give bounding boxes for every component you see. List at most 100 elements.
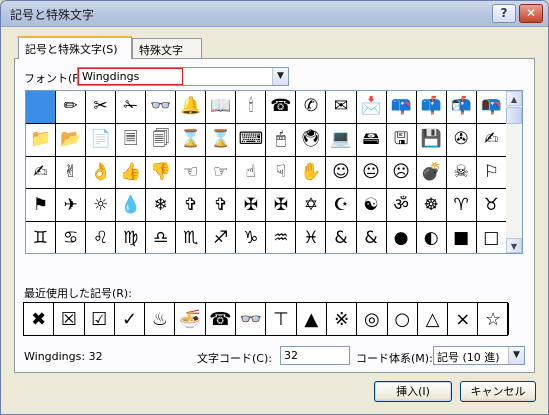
- help-button[interactable]: ?: [492, 4, 516, 23]
- symbol-cell[interactable]: ✍: [476, 123, 507, 157]
- symbol-cell[interactable]: ♌: [86, 222, 117, 253]
- symbol-cell[interactable]: ✋: [296, 156, 327, 190]
- recent-symbol-cell[interactable]: ♨: [145, 303, 176, 335]
- recent-symbol-cell[interactable]: △: [418, 303, 449, 335]
- recent-symbol-cell[interactable]: ✖: [24, 303, 55, 335]
- symbol-cell[interactable]: ☹: [386, 156, 417, 190]
- symbol-cell[interactable]: 👍: [116, 156, 147, 190]
- symbol-cell[interactable]: 🖲: [296, 123, 327, 157]
- tab-symbols[interactable]: 記号と特殊文字(S): [18, 36, 132, 59]
- symbol-cell[interactable]: ♓: [296, 222, 327, 253]
- symbol-cell[interactable]: 👓: [146, 91, 177, 124]
- symbol-cell[interactable]: ⌨: [236, 123, 267, 157]
- font-select[interactable]: Wingdings ▼: [77, 67, 289, 86]
- symbol-cell[interactable]: ✆: [296, 91, 327, 124]
- symbol-cell[interactable]: ⌛: [176, 123, 207, 157]
- symbol-cell[interactable]: 😐: [356, 156, 387, 190]
- recent-symbol-cell[interactable]: ×: [448, 303, 479, 335]
- symbol-cell[interactable]: 🗏: [116, 123, 147, 157]
- close-button[interactable]: ✕: [519, 4, 543, 23]
- symbol-cell[interactable]: 📄: [86, 123, 117, 157]
- symbol-cell[interactable]: ♐: [206, 222, 237, 253]
- symbol-cell[interactable]: ☪: [326, 189, 357, 223]
- vertical-scrollbar[interactable]: ▲ ▼: [506, 91, 522, 253]
- recent-symbol-cell[interactable]: ☎: [206, 303, 237, 335]
- recent-symbol-cell[interactable]: ☑: [85, 303, 115, 335]
- symbol-cell[interactable]: ✡: [296, 189, 327, 223]
- chevron-down-icon[interactable]: ▼: [508, 347, 524, 364]
- symbol-cell[interactable]: ♋: [56, 222, 87, 253]
- symbol-cell[interactable]: ♉: [476, 189, 507, 223]
- recent-symbol-cell[interactable]: ▲: [297, 303, 327, 335]
- symbol-cell[interactable]: 📂: [56, 123, 87, 157]
- symbol-cell[interactable]: ✇: [446, 123, 477, 157]
- symbol-cell[interactable]: ☺: [326, 156, 357, 190]
- symbol-cell[interactable]: 💻: [326, 123, 357, 157]
- symbol-cell[interactable]: ♊: [26, 222, 57, 253]
- symbol-cell[interactable]: ☝: [236, 156, 267, 190]
- tab-special-characters[interactable]: 特殊文字(P): [132, 38, 202, 71]
- symbol-cell[interactable]: ॐ: [386, 189, 417, 223]
- symbol-cell[interactable]: ✍: [26, 156, 57, 190]
- symbol-cell[interactable]: ✠: [236, 189, 267, 223]
- symbol-cell[interactable]: ✞: [176, 189, 207, 223]
- recent-symbol-cell[interactable]: ⊤: [266, 303, 297, 335]
- symbol-cell[interactable]: ☞: [206, 156, 237, 190]
- symbol-cell[interactable]: ✌: [56, 156, 87, 190]
- symbol-cell[interactable]: ⚑: [26, 189, 57, 223]
- symbol-cell[interactable]: 📁: [26, 123, 57, 157]
- insert-button[interactable]: 挿入(I): [374, 381, 452, 402]
- recent-symbol-cell[interactable]: ○: [388, 303, 418, 335]
- symbol-cell[interactable]: 💧: [116, 189, 147, 223]
- recent-symbol-cell[interactable]: ◎: [357, 303, 388, 335]
- symbol-cell[interactable]: 🖴: [356, 123, 387, 157]
- symbol-cell[interactable]: 👎: [146, 156, 177, 190]
- symbol-cell[interactable]: ☯: [356, 189, 387, 223]
- recent-symbol-cell[interactable]: 🍜: [175, 303, 206, 335]
- symbol-cell[interactable]: 🔔: [176, 91, 207, 124]
- symbol-cell[interactable]: □: [477, 222, 507, 253]
- symbol-cell[interactable]: 📭: [476, 91, 507, 124]
- symbol-cell[interactable]: ❄: [146, 189, 177, 223]
- symbol-cell[interactable]: ♒: [266, 222, 297, 253]
- symbol-cell[interactable]: 📖: [206, 91, 237, 124]
- symbol-cell[interactable]: 💣: [416, 156, 447, 190]
- symbol-cell[interactable]: ■: [447, 222, 477, 253]
- symbol-cell[interactable]: 🕯: [236, 91, 267, 124]
- symbol-cell[interactable]: ♎: [146, 222, 177, 253]
- scroll-down-icon[interactable]: ▼: [506, 238, 522, 253]
- recent-symbol-cell[interactable]: ☒: [54, 303, 85, 335]
- symbol-cell[interactable]: ☸: [416, 189, 447, 223]
- symbol-cell[interactable]: 🖱: [266, 123, 297, 157]
- symbol-cell[interactable]: 📫: [416, 91, 447, 124]
- symbol-cell[interactable]: ☼: [86, 189, 117, 223]
- symbol-cell[interactable]: ✈: [56, 189, 87, 223]
- symbol-cell[interactable]: ⚐: [476, 156, 507, 190]
- symbol-cell[interactable]: 👌: [86, 156, 117, 190]
- recent-symbol-cell[interactable]: 👓: [236, 303, 267, 335]
- symbol-cell[interactable]: 🖫: [386, 123, 417, 157]
- chevron-down-icon[interactable]: ▼: [272, 68, 288, 85]
- scroll-up-icon[interactable]: ▲: [506, 91, 522, 106]
- font-value[interactable]: Wingdings: [78, 68, 183, 85]
- symbol-cell[interactable]: 📩: [356, 91, 387, 124]
- symbol-cell[interactable]: &: [326, 222, 357, 253]
- symbol-cell[interactable]: ◐: [417, 222, 447, 253]
- scroll-thumb[interactable]: [506, 107, 522, 124]
- symbol-cell[interactable]: ●: [387, 222, 417, 253]
- code-system-select[interactable]: 記号 (10 進) ▼: [433, 346, 525, 365]
- symbol-cell[interactable]: ✞: [206, 189, 237, 223]
- symbol-cell[interactable]: ♍: [116, 222, 147, 253]
- symbol-cell[interactable]: ☠: [446, 156, 477, 190]
- symbol-cell[interactable]: ♈: [446, 189, 477, 223]
- recent-symbol-cell[interactable]: ✓: [115, 303, 146, 335]
- symbol-cell[interactable]: ✠: [266, 189, 297, 223]
- symbol-cell[interactable]: ♏: [176, 222, 207, 253]
- symbol-cell[interactable]: ☎: [266, 91, 297, 124]
- symbol-cell[interactable]: ✉: [326, 91, 357, 124]
- char-code-input[interactable]: 32: [280, 346, 350, 365]
- cancel-button[interactable]: キャンセル: [460, 381, 536, 402]
- symbol-cell[interactable]: 📪: [386, 91, 417, 124]
- symbol-cell[interactable]: ✏: [56, 91, 87, 124]
- recent-symbol-cell[interactable]: ※: [327, 303, 358, 335]
